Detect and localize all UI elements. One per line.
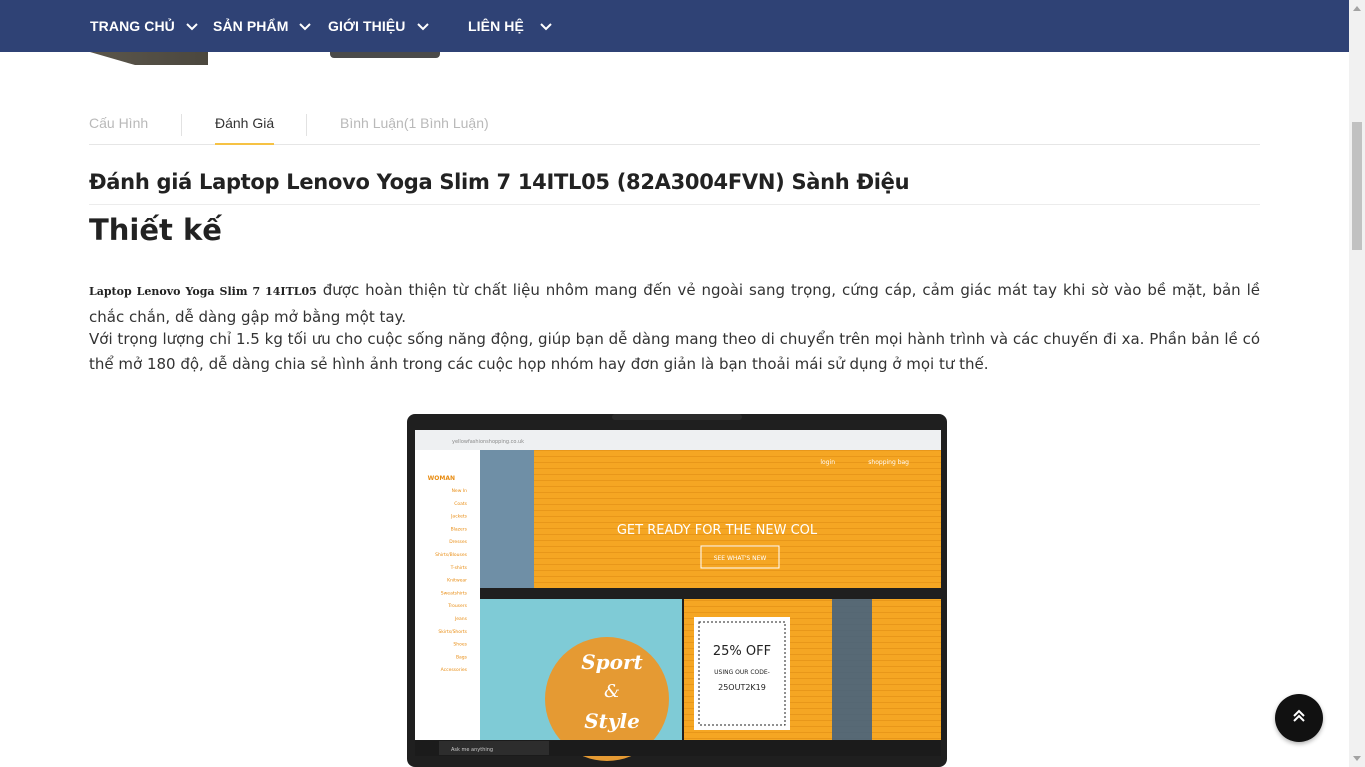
nav-item-label: LIÊN HỆ <box>468 18 524 34</box>
screen-promo-right-3: 25OUT2K19 <box>718 683 766 692</box>
tab-specifications[interactable]: Cấu Hình <box>89 115 148 131</box>
divider <box>89 204 1260 205</box>
screen-menu-item: Knitwear <box>447 578 467 584</box>
double-chevron-up-icon <box>1291 708 1307 729</box>
section-heading: Thiết kế <box>89 213 222 247</box>
screen-menu-item: Trousers <box>447 603 467 609</box>
screen-menu-item: Jeans <box>454 616 468 622</box>
scroll-down-arrow-icon[interactable] <box>1353 756 1361 761</box>
browser-url: yellowfashionshopping.co.uk <box>452 439 524 445</box>
nav-item-about[interactable]: GIỚI THIỆU <box>328 0 430 52</box>
nav-item-products[interactable]: SẢN PHẨM <box>213 0 312 52</box>
tab-divider <box>306 114 307 136</box>
screen-menu-item: Shoes <box>453 642 467 648</box>
screen-promo-left-1: Sport <box>581 650 643 674</box>
screen-menu-item: Accessories <box>441 667 468 673</box>
screen-login: login <box>820 459 835 466</box>
product-name-link[interactable]: Laptop Lenovo Yoga Slim 7 14ITL05 <box>89 285 317 298</box>
screen-menu-item: Coats <box>454 501 467 507</box>
page-scrollbar[interactable] <box>1349 0 1365 767</box>
screen-taskbar-search: Ask me anything <box>451 747 493 753</box>
screen-menu-item: Shirts/Blouses <box>435 552 467 558</box>
screen-menu-item: Blazers <box>451 526 468 532</box>
nav-item-contact[interactable]: LIÊN HỆ <box>468 0 553 52</box>
scroll-thumb[interactable] <box>1352 122 1362 250</box>
screen-menu-item: Dresses <box>449 539 467 545</box>
screen-promo-left-2: & <box>604 681 620 702</box>
nav-item-label: GIỚI THIỆU <box>328 18 406 34</box>
article-title: Đánh giá Laptop Lenovo Yoga Slim 7 14ITL… <box>89 170 910 194</box>
top-navigation-bar: TRANG CHỦ SẢN PHẨM GIỚI THIỆU LIÊN HỆ <box>0 0 1349 52</box>
chevron-down-icon <box>416 19 430 33</box>
laptop-image: yellowfashionshopping.co.uk WOMAN New In… <box>407 414 947 767</box>
article-paragraph: Với trọng lượng chỉ 1.5 kg tối ưu cho cu… <box>89 330 1260 373</box>
chevron-down-icon <box>298 19 312 33</box>
product-thumbnail[interactable] <box>330 52 440 58</box>
screen-promo-right-2: USING OUR CODE- <box>714 669 770 676</box>
screen-hero-text: GET READY FOR THE NEW COL <box>617 523 818 538</box>
screen-promo-left-3: Style <box>584 709 640 733</box>
screen-menu-item: Sweatshirts <box>441 590 468 596</box>
nav-item-label: TRANG CHỦ <box>90 18 175 34</box>
screen-shopping-bag: shopping bag <box>868 459 909 466</box>
tab-review[interactable]: Đánh Giá <box>215 115 275 145</box>
scroll-up-arrow-icon[interactable] <box>1353 6 1361 11</box>
product-thumbnail[interactable] <box>90 52 208 65</box>
chevron-down-icon <box>539 19 553 33</box>
tab-divider <box>181 114 182 136</box>
screen-hero-button: SEE WHAT'S NEW <box>714 555 767 562</box>
nav-item-label: SẢN PHẨM <box>213 18 289 34</box>
screen-menu-item: T-shirts <box>450 565 468 571</box>
screen-menu-item: Bags <box>456 654 468 660</box>
tab-comments[interactable]: Bình Luận(1 Bình Luận) <box>340 115 489 131</box>
product-tabs: Cấu Hình Đánh Giá Bình Luận(1 Bình Luận) <box>89 104 1260 145</box>
nav-item-home[interactable]: TRANG CHỦ <box>90 0 199 52</box>
back-to-top-button[interactable] <box>1275 694 1323 742</box>
screen-menu-item: New In <box>452 488 468 494</box>
screen-menu-item: Skirts/Shorts <box>438 629 467 635</box>
screen-promo-right-1: 25% OFF <box>713 644 771 659</box>
screen-menu-heading: WOMAN <box>428 475 455 482</box>
chevron-down-icon <box>185 19 199 33</box>
article-paragraph: Laptop Lenovo Yoga Slim 7 14ITL05 được h… <box>89 278 1260 329</box>
screen-menu-item: Jackets <box>450 514 468 520</box>
